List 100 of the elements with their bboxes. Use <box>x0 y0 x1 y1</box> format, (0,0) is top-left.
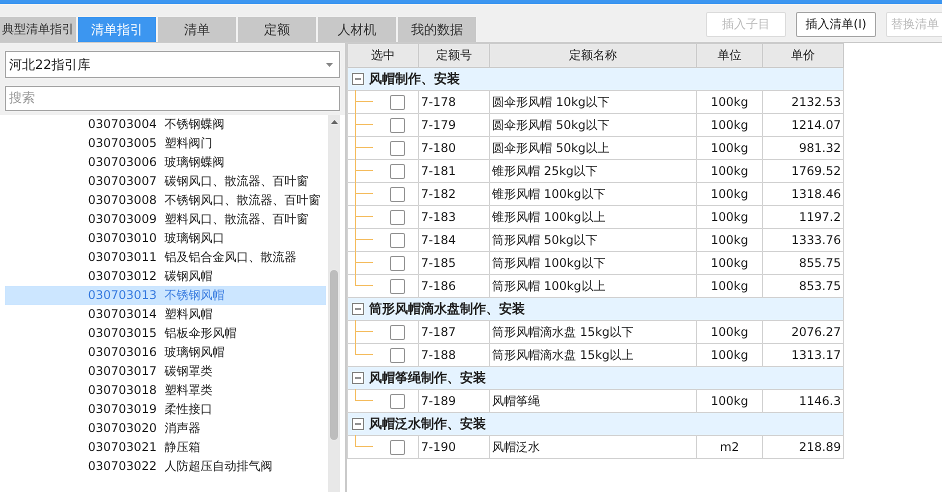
table-cell: 1318.46 <box>791 187 841 201</box>
column-header[interactable]: 定额名称 <box>490 44 696 68</box>
list-item[interactable]: 030703008 不锈钢风口、散流器、百叶窗 <box>5 191 326 210</box>
list-item[interactable]: 030703004 不锈钢蝶阀 <box>5 115 326 134</box>
checkbox[interactable] <box>390 394 405 409</box>
tree-line <box>355 435 373 447</box>
search-field[interactable]: 搜索 <box>5 86 340 111</box>
checkbox[interactable] <box>390 118 405 133</box>
table-cell: 100kg <box>710 187 748 201</box>
tree-line <box>355 182 373 206</box>
action-button[interactable]: 插入清单(I) <box>796 12 876 37</box>
table-cell: 7-179 <box>421 118 456 132</box>
list-item[interactable]: 030703018 塑料罩类 <box>5 381 326 400</box>
group-title: 风帽制作、安装 <box>369 70 460 88</box>
list-item[interactable]: 030703021 静压箱 <box>5 438 326 457</box>
checkbox[interactable] <box>390 141 405 156</box>
table-cell: 100kg <box>710 233 748 247</box>
list-item[interactable]: 030703010 玻璃钢风口 <box>5 229 326 248</box>
checkbox[interactable] <box>390 164 405 179</box>
tab[interactable]: 典型清单指引 <box>0 17 76 42</box>
tab[interactable]: 我的数据 <box>398 17 476 42</box>
list-item[interactable]: 030703014 塑料风帽 <box>5 305 326 324</box>
table-cell: 100kg <box>710 210 748 224</box>
group-title: 风帽筝绳制作、安装 <box>369 370 486 387</box>
tree-line <box>355 205 373 229</box>
table-cell: 855.75 <box>799 256 841 270</box>
list-item[interactable]: 030703009 塑料风口、散流器、百叶窗 <box>5 210 326 229</box>
tree-line <box>355 113 373 137</box>
table-cell: 7-189 <box>421 394 456 408</box>
scroll-up-icon <box>330 120 338 124</box>
table-cell: 7-181 <box>421 164 456 178</box>
table-cell: 100kg <box>710 394 748 408</box>
table-cell: 1146.3 <box>799 394 841 408</box>
checkbox[interactable] <box>390 256 405 271</box>
checkbox[interactable] <box>390 95 405 110</box>
table-cell: 筒形风帽滴水盘 15kg以下 <box>492 324 634 338</box>
table-cell: 100kg <box>710 141 748 155</box>
tree-line <box>355 159 373 183</box>
list-item[interactable]: 030703015 铝板伞形风帽 <box>5 324 326 343</box>
collapse-icon[interactable] <box>352 73 364 85</box>
table-cell: m2 <box>720 440 740 454</box>
tab[interactable]: 人材机 <box>318 17 396 42</box>
table-cell: 7-182 <box>421 187 456 201</box>
checkbox[interactable] <box>390 440 405 455</box>
table-cell: 1333.76 <box>791 233 841 247</box>
table-cell: 圆伞形风帽 50kg以上 <box>492 140 610 154</box>
tree-line <box>355 136 373 160</box>
table-cell: 筒形风帽 50kg以下 <box>492 232 598 246</box>
table-cell: 筒形风帽 100kg以上 <box>492 278 606 292</box>
collapse-icon[interactable] <box>352 418 364 430</box>
column-header[interactable]: 单位 <box>696 44 762 68</box>
column-header[interactable]: 单价 <box>762 44 844 68</box>
tab[interactable]: 清单 <box>158 17 236 42</box>
table-cell: 853.75 <box>799 279 841 293</box>
list-item[interactable]: 030703022 人防超压自动排气阀 <box>5 457 326 476</box>
list-item[interactable]: 030703007 碳钢风口、散流器、百叶窗 <box>5 172 326 191</box>
table-cell: 7-190 <box>421 440 456 454</box>
table-cell: 圆伞形风帽 10kg以下 <box>492 94 610 108</box>
table-cell: 2132.53 <box>791 95 841 109</box>
tree-line <box>355 389 373 401</box>
list-item[interactable]: 030703019 柔性接口 <box>5 400 326 419</box>
checkbox[interactable] <box>390 325 405 340</box>
table-cell: 100kg <box>710 95 748 109</box>
list-item[interactable]: 030703011 铝及铝合金风口、散流器 <box>5 248 326 267</box>
table-cell: 筒形风帽滴水盘 15kg以上 <box>492 348 634 362</box>
table-cell: 锥形风帽 100kg以上 <box>492 210 606 224</box>
scrollbar[interactable] <box>328 115 340 492</box>
list-item[interactable]: 030703016 玻璃钢风帽 <box>5 343 326 362</box>
table-cell: 100kg <box>710 164 748 178</box>
list-item[interactable]: 030703005 塑料阀门 <box>5 134 326 153</box>
checkbox[interactable] <box>390 348 405 363</box>
table-cell: 218.89 <box>799 440 841 454</box>
tab[interactable]: 定额 <box>238 17 316 42</box>
table-cell: 100kg <box>710 279 748 293</box>
list-item[interactable]: 030703012 碳钢风帽 <box>5 267 326 286</box>
checkbox[interactable] <box>390 279 405 294</box>
list-item[interactable]: 030703020 消声器 <box>5 419 326 438</box>
column-header[interactable]: 选中 <box>348 44 418 68</box>
list-item[interactable]: 030703006 玻璃钢蝶阀 <box>5 153 326 172</box>
table-cell: 7-184 <box>421 233 456 247</box>
checkbox[interactable] <box>390 233 405 248</box>
table-cell: 7-188 <box>421 348 456 362</box>
collapse-icon[interactable] <box>352 303 364 315</box>
tree-line <box>355 90 373 114</box>
column-header[interactable]: 定额号 <box>418 44 490 68</box>
checkbox[interactable] <box>390 187 405 202</box>
table-cell: 筒形风帽 100kg以下 <box>492 256 606 270</box>
collapse-icon[interactable] <box>352 372 364 384</box>
table-cell: 圆伞形风帽 50kg以下 <box>492 118 610 132</box>
table-cell: 1197.2 <box>799 210 841 224</box>
library-dropdown[interactable]: 河北22指引库 <box>5 51 340 78</box>
table-cell: 100kg <box>710 348 748 362</box>
table-cell: 1313.17 <box>791 348 841 362</box>
checkbox[interactable] <box>390 210 405 225</box>
group-title: 风帽泛水制作、安装 <box>369 416 486 433</box>
table-cell: 风帽筝绳 <box>492 394 540 408</box>
group-title: 筒形风帽滴水盘制作、安装 <box>369 300 525 318</box>
list-item[interactable]: 030703017 碳钢罩类 <box>5 362 326 381</box>
scroll-thumb[interactable] <box>330 270 338 440</box>
table-cell: 7-185 <box>421 256 456 270</box>
